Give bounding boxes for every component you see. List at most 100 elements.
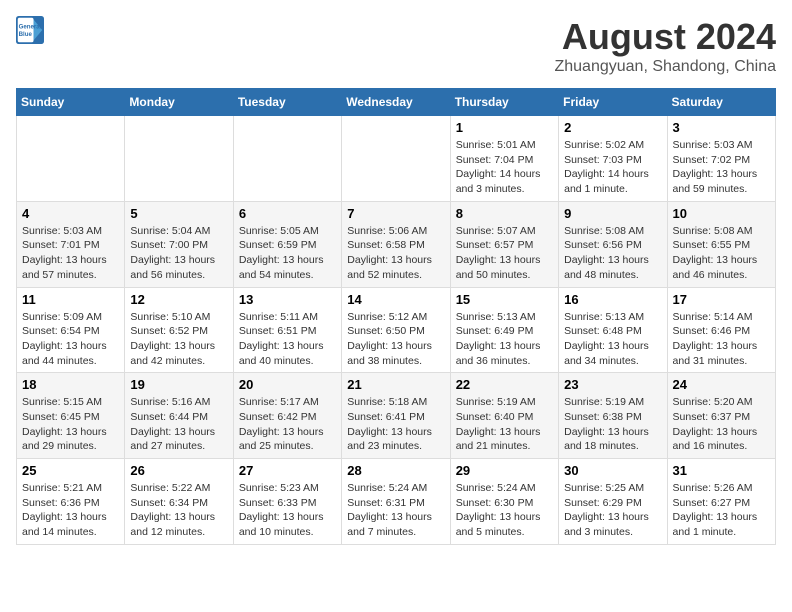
day-info: Sunrise: 5:19 AM Sunset: 6:38 PM Dayligh… (564, 395, 661, 454)
calendar-cell: 5 Sunrise: 5:04 AM Sunset: 7:00 PM Daylig… (125, 201, 233, 287)
calendar-cell: 24 Sunrise: 5:20 AM Sunset: 6:37 PM Dayli… (667, 373, 775, 459)
page-header: General Blue August 2024 Zhuangyuan, Sha… (16, 16, 776, 76)
calendar-cell: 19Sunrise: 5:16 AM Sunset: 6:44 PM Dayli… (125, 373, 233, 459)
calendar-cell: 16 Sunrise: 5:13 AM Sunset: 6:48 PM Dayli… (559, 287, 667, 373)
day-info: Sunrise: 5:13 AM Sunset: 6:48 PM Dayligh… (564, 310, 661, 369)
day-number: 9 (564, 206, 661, 221)
calendar-table: SundayMondayTuesdayWednesdayThursdayFrid… (16, 88, 776, 545)
day-number: 21 (347, 377, 444, 392)
day-number: 14 (347, 292, 444, 307)
weekday-header-wednesday: Wednesday (342, 89, 450, 116)
day-number: 24 (673, 377, 770, 392)
day-info: Sunrise: 5:21 AM Sunset: 6:36 PM Dayligh… (22, 481, 119, 540)
calendar-cell: 9 Sunrise: 5:08 AM Sunset: 6:56 PM Daylig… (559, 201, 667, 287)
day-number: 29 (456, 463, 553, 478)
day-number: 10 (673, 206, 770, 221)
day-number: 1 (456, 120, 553, 135)
day-info: Sunrise: 5:03 AM Sunset: 7:01 PM Dayligh… (22, 224, 119, 283)
calendar-cell: 20Sunrise: 5:17 AM Sunset: 6:42 PM Dayli… (233, 373, 341, 459)
day-number: 5 (130, 206, 227, 221)
calendar-cell: 31 Sunrise: 5:26 AM Sunset: 6:27 PM Dayli… (667, 459, 775, 545)
day-info: Sunrise: 5:23 AM Sunset: 6:33 PM Dayligh… (239, 481, 336, 540)
week-row-2: 4 Sunrise: 5:03 AM Sunset: 7:01 PM Daylig… (17, 201, 776, 287)
day-info: Sunrise: 5:04 AM Sunset: 7:00 PM Dayligh… (130, 224, 227, 283)
day-number: 30 (564, 463, 661, 478)
day-info: Sunrise: 5:20 AM Sunset: 6:37 PM Dayligh… (673, 395, 770, 454)
day-number: 28 (347, 463, 444, 478)
day-info: Sunrise: 5:25 AM Sunset: 6:29 PM Dayligh… (564, 481, 661, 540)
day-number: 26 (130, 463, 227, 478)
day-number: 4 (22, 206, 119, 221)
weekday-header-saturday: Saturday (667, 89, 775, 116)
calendar-cell (125, 116, 233, 202)
day-info: Sunrise: 5:11 AM Sunset: 6:51 PM Dayligh… (239, 310, 336, 369)
logo-icon: General Blue (16, 16, 44, 44)
day-info: Sunrise: 5:24 AM Sunset: 6:31 PM Dayligh… (347, 481, 444, 540)
calendar-cell: 2Sunrise: 5:02 AM Sunset: 7:03 PM Daylig… (559, 116, 667, 202)
weekday-header-sunday: Sunday (17, 89, 125, 116)
logo: General Blue (16, 16, 44, 44)
week-row-4: 18 Sunrise: 5:15 AM Sunset: 6:45 PM Dayli… (17, 373, 776, 459)
day-info: Sunrise: 5:24 AM Sunset: 6:30 PM Dayligh… (456, 481, 553, 540)
svg-text:General: General (19, 23, 42, 30)
calendar-cell: 17Sunrise: 5:14 AM Sunset: 6:46 PM Dayli… (667, 287, 775, 373)
calendar-cell: 15Sunrise: 5:13 AM Sunset: 6:49 PM Dayli… (450, 287, 558, 373)
day-number: 12 (130, 292, 227, 307)
day-number: 25 (22, 463, 119, 478)
calendar-cell: 6 Sunrise: 5:05 AM Sunset: 6:59 PM Daylig… (233, 201, 341, 287)
day-number: 16 (564, 292, 661, 307)
calendar-cell: 28 Sunrise: 5:24 AM Sunset: 6:31 PM Dayli… (342, 459, 450, 545)
calendar-cell (233, 116, 341, 202)
calendar-cell: 10 Sunrise: 5:08 AM Sunset: 6:55 PM Dayli… (667, 201, 775, 287)
day-number: 27 (239, 463, 336, 478)
calendar-cell: 25 Sunrise: 5:21 AM Sunset: 6:36 PM Dayli… (17, 459, 125, 545)
day-info: Sunrise: 5:15 AM Sunset: 6:45 PM Dayligh… (22, 395, 119, 454)
calendar-cell: 23 Sunrise: 5:19 AM Sunset: 6:38 PM Dayli… (559, 373, 667, 459)
calendar-cell: 30 Sunrise: 5:25 AM Sunset: 6:29 PM Dayli… (559, 459, 667, 545)
day-number: 15 (456, 292, 553, 307)
calendar-cell: 21 Sunrise: 5:18 AM Sunset: 6:41 PM Dayli… (342, 373, 450, 459)
day-number: 6 (239, 206, 336, 221)
day-info: Sunrise: 5:19 AM Sunset: 6:40 PM Dayligh… (456, 395, 553, 454)
day-number: 19 (130, 377, 227, 392)
day-info: Sunrise: 5:10 AM Sunset: 6:52 PM Dayligh… (130, 310, 227, 369)
day-number: 13 (239, 292, 336, 307)
day-number: 8 (456, 206, 553, 221)
day-info: Sunrise: 5:01 AM Sunset: 7:04 PM Dayligh… (456, 138, 553, 197)
day-number: 23 (564, 377, 661, 392)
calendar-cell: 29 Sunrise: 5:24 AM Sunset: 6:30 PM Dayli… (450, 459, 558, 545)
week-row-5: 25 Sunrise: 5:21 AM Sunset: 6:36 PM Dayli… (17, 459, 776, 545)
calendar-cell (342, 116, 450, 202)
day-info: Sunrise: 5:05 AM Sunset: 6:59 PM Dayligh… (239, 224, 336, 283)
subtitle: Zhuangyuan, Shandong, China (554, 58, 776, 76)
day-info: Sunrise: 5:18 AM Sunset: 6:41 PM Dayligh… (347, 395, 444, 454)
day-info: Sunrise: 5:26 AM Sunset: 6:27 PM Dayligh… (673, 481, 770, 540)
day-info: Sunrise: 5:09 AM Sunset: 6:54 PM Dayligh… (22, 310, 119, 369)
day-info: Sunrise: 5:06 AM Sunset: 6:58 PM Dayligh… (347, 224, 444, 283)
calendar-cell: 4 Sunrise: 5:03 AM Sunset: 7:01 PM Daylig… (17, 201, 125, 287)
day-number: 31 (673, 463, 770, 478)
day-info: Sunrise: 5:02 AM Sunset: 7:03 PM Dayligh… (564, 138, 661, 197)
week-row-1: 1 Sunrise: 5:01 AM Sunset: 7:04 PM Daylig… (17, 116, 776, 202)
day-number: 7 (347, 206, 444, 221)
calendar-cell: 14 Sunrise: 5:12 AM Sunset: 6:50 PM Dayli… (342, 287, 450, 373)
weekday-header-friday: Friday (559, 89, 667, 116)
day-number: 17 (673, 292, 770, 307)
week-row-3: 11 Sunrise: 5:09 AM Sunset: 6:54 PM Dayli… (17, 287, 776, 373)
title-block: August 2024 Zhuangyuan, Shandong, China (554, 16, 776, 76)
day-number: 11 (22, 292, 119, 307)
day-info: Sunrise: 5:12 AM Sunset: 6:50 PM Dayligh… (347, 310, 444, 369)
day-info: Sunrise: 5:08 AM Sunset: 6:55 PM Dayligh… (673, 224, 770, 283)
day-info: Sunrise: 5:08 AM Sunset: 6:56 PM Dayligh… (564, 224, 661, 283)
day-number: 22 (456, 377, 553, 392)
calendar-cell: 12 Sunrise: 5:10 AM Sunset: 6:52 PM Dayli… (125, 287, 233, 373)
calendar-cell: 22 Sunrise: 5:19 AM Sunset: 6:40 PM Dayli… (450, 373, 558, 459)
weekday-header-monday: Monday (125, 89, 233, 116)
weekday-header-row: SundayMondayTuesdayWednesdayThursdayFrid… (17, 89, 776, 116)
calendar-cell: 13 Sunrise: 5:11 AM Sunset: 6:51 PM Dayli… (233, 287, 341, 373)
day-number: 18 (22, 377, 119, 392)
day-info: Sunrise: 5:07 AM Sunset: 6:57 PM Dayligh… (456, 224, 553, 283)
calendar-cell: 27 Sunrise: 5:23 AM Sunset: 6:33 PM Dayli… (233, 459, 341, 545)
calendar-cell: 8 Sunrise: 5:07 AM Sunset: 6:57 PM Daylig… (450, 201, 558, 287)
calendar-cell: 11 Sunrise: 5:09 AM Sunset: 6:54 PM Dayli… (17, 287, 125, 373)
